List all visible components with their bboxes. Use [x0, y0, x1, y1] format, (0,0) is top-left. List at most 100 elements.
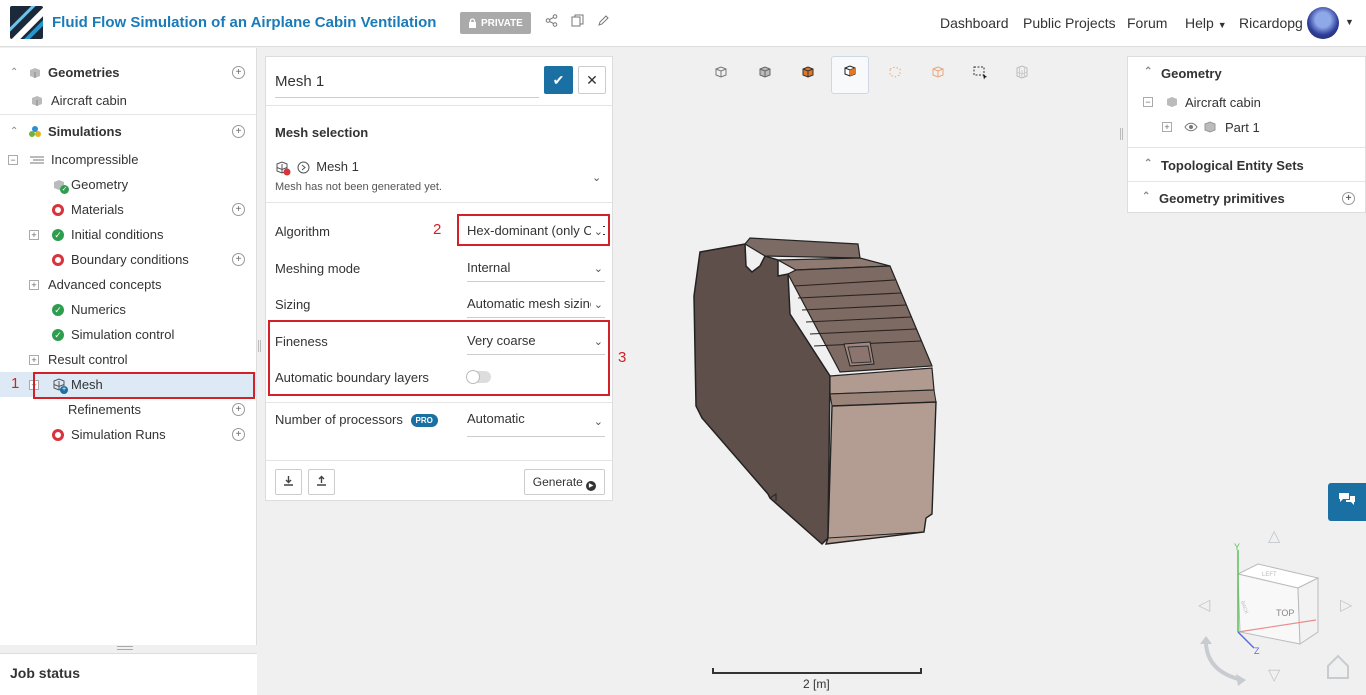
job-status-panel[interactable]: Job status: [0, 653, 257, 695]
geometry-section-label: Geometry: [1161, 66, 1222, 81]
status-pending-icon: [297, 161, 310, 174]
nav-forum[interactable]: Forum: [1127, 15, 1167, 31]
view-wireframe-icon[interactable]: [707, 62, 735, 90]
simscale-logo[interactable]: [10, 6, 43, 39]
collapse-icon[interactable]: −: [1143, 97, 1153, 107]
tree-item-label: Initial conditions: [71, 227, 164, 242]
generate-label: Generate: [532, 475, 583, 489]
collapse-caret-icon[interactable]: ⌃: [1142, 191, 1150, 202]
close-button[interactable]: ✕: [578, 66, 606, 94]
collapse-caret-icon[interactable]: ⌃: [10, 67, 18, 78]
eye-icon[interactable]: [1184, 122, 1198, 132]
expand-icon[interactable]: +: [29, 354, 39, 365]
rp-geometry-item-label: Aircraft cabin: [1185, 95, 1261, 110]
tree-item-refinements[interactable]: Refinements +: [0, 397, 257, 422]
geometry-icon: [30, 67, 40, 78]
nav-help[interactable]: Help ▼: [1185, 15, 1227, 31]
add-simulation-button[interactable]: +: [232, 125, 245, 138]
geometry-icon: [32, 95, 42, 106]
sizing-select[interactable]: Automatic mesh sizing ⌄: [467, 292, 605, 318]
tree-geometry-item[interactable]: Aircraft cabin: [0, 88, 257, 113]
project-title: Fluid Flow Simulation of an Airplane Cab…: [52, 14, 437, 31]
tree-item-advanced-concepts[interactable]: + Advanced concepts: [0, 272, 257, 297]
add-material-button[interactable]: +: [232, 203, 245, 216]
status-ok-icon: ✓: [60, 185, 69, 194]
share-icon[interactable]: [543, 14, 559, 30]
tree-simulation-incompressible[interactable]: − Incompressible: [0, 147, 257, 172]
tree-item-geometry[interactable]: ✓ Geometry: [0, 172, 257, 197]
copy-icon[interactable]: [569, 14, 585, 30]
view-solid-gray-icon[interactable]: [751, 62, 779, 90]
collapse-caret-icon[interactable]: ⌃: [1144, 158, 1152, 169]
add-primitive-button[interactable]: +: [1342, 192, 1355, 205]
chat-icon: [1339, 493, 1355, 505]
divider: [266, 105, 612, 106]
annotation-box-mesh: [33, 372, 255, 399]
panel-resize-handle[interactable]: [258, 340, 261, 352]
box-select-icon[interactable]: [966, 62, 994, 90]
svg-text:Y: Y: [1234, 542, 1240, 552]
simulations-icon: [29, 125, 41, 137]
add-geometry-button[interactable]: +: [232, 66, 245, 79]
expand-icon[interactable]: +: [29, 229, 39, 240]
tree-item-label: Simulation Runs: [71, 427, 166, 442]
chevron-down-icon: ▼: [1217, 20, 1227, 30]
collapse-icon[interactable]: −: [8, 154, 18, 165]
download-icon: [284, 476, 293, 486]
mesh-name-input[interactable]: Mesh 1: [275, 65, 539, 98]
resize-handle[interactable]: [117, 646, 133, 650]
navigation-cube[interactable]: TOP LEFT BACK Y Z: [1198, 540, 1366, 692]
tree-item-numerics[interactable]: ✓ Numerics: [0, 297, 257, 322]
chat-button[interactable]: [1328, 483, 1366, 521]
view-surfaces-icon[interactable]: [831, 56, 869, 94]
mesh-selection-value: Mesh 1: [316, 159, 359, 174]
tree-geometries[interactable]: ⌃ Geometries +: [0, 60, 257, 85]
processors-value: Automatic: [467, 411, 525, 426]
sizing-value: Automatic mesh sizing: [467, 296, 598, 311]
status-error-icon: [52, 253, 64, 266]
tree-item-result-control[interactable]: + Result control: [0, 347, 257, 372]
meshing-mode-label: Meshing mode: [275, 261, 361, 276]
add-simulation-run-button[interactable]: +: [232, 428, 245, 441]
status-error-icon: [52, 428, 64, 441]
avatar[interactable]: [1307, 7, 1339, 39]
meshing-mode-select[interactable]: Internal ⌄: [467, 256, 605, 282]
upload-button[interactable]: [308, 469, 335, 495]
tree-geometries-label: Geometries: [48, 65, 120, 80]
meshing-mode-value: Internal: [467, 260, 511, 275]
tree-item-initial-conditions[interactable]: + ✓ Initial conditions: [0, 222, 257, 247]
tree-item-simulation-control[interactable]: ✓ Simulation control: [0, 322, 257, 347]
processors-label-text: Number of processors: [275, 412, 403, 427]
nav-user[interactable]: Ricardopg: [1239, 15, 1303, 31]
expand-icon[interactable]: +: [1162, 122, 1172, 132]
confirm-button[interactable]: ✔: [544, 66, 573, 94]
nav-cube-top-label: TOP: [1276, 608, 1294, 618]
annotation-box-algorithm: [457, 214, 610, 246]
view-transparent-icon[interactable]: [924, 62, 952, 90]
nav-dashboard[interactable]: Dashboard: [940, 15, 1009, 31]
chevron-down-icon[interactable]: ▼: [1345, 17, 1354, 27]
chevron-down-icon[interactable]: ⌄: [592, 171, 601, 184]
view-solid-edges-icon[interactable]: [794, 62, 822, 90]
mesh-view-icon[interactable]: [1008, 62, 1036, 90]
panel-resize-handle[interactable]: [1120, 128, 1123, 140]
tree-geometry-item-label: Aircraft cabin: [51, 93, 127, 108]
tree-item-simulation-runs[interactable]: Simulation Runs +: [0, 422, 257, 447]
collapse-caret-icon[interactable]: ⌃: [1144, 66, 1152, 77]
view-points-icon[interactable]: [881, 62, 909, 90]
processors-select[interactable]: Automatic ⌄: [467, 407, 605, 437]
tree-simulations[interactable]: ⌃ Simulations +: [0, 119, 257, 144]
download-button[interactable]: [275, 469, 302, 495]
nav-public-projects[interactable]: Public Projects: [1023, 15, 1116, 31]
edit-icon[interactable]: [595, 14, 611, 30]
expand-icon[interactable]: +: [29, 279, 39, 290]
add-refinement-button[interactable]: +: [232, 403, 245, 416]
add-boundary-condition-button[interactable]: +: [232, 253, 245, 266]
geometry-icon: [1167, 97, 1177, 107]
tree-item-materials[interactable]: Materials +: [0, 197, 257, 222]
tree-item-boundary-conditions[interactable]: Boundary conditions +: [0, 247, 257, 272]
generate-button[interactable]: Generate ▶: [524, 469, 605, 495]
mesh-selection-dropdown[interactable]: Mesh 1: [275, 159, 359, 176]
cabin-3d-model[interactable]: [690, 236, 940, 548]
collapse-caret-icon[interactable]: ⌃: [10, 126, 18, 137]
